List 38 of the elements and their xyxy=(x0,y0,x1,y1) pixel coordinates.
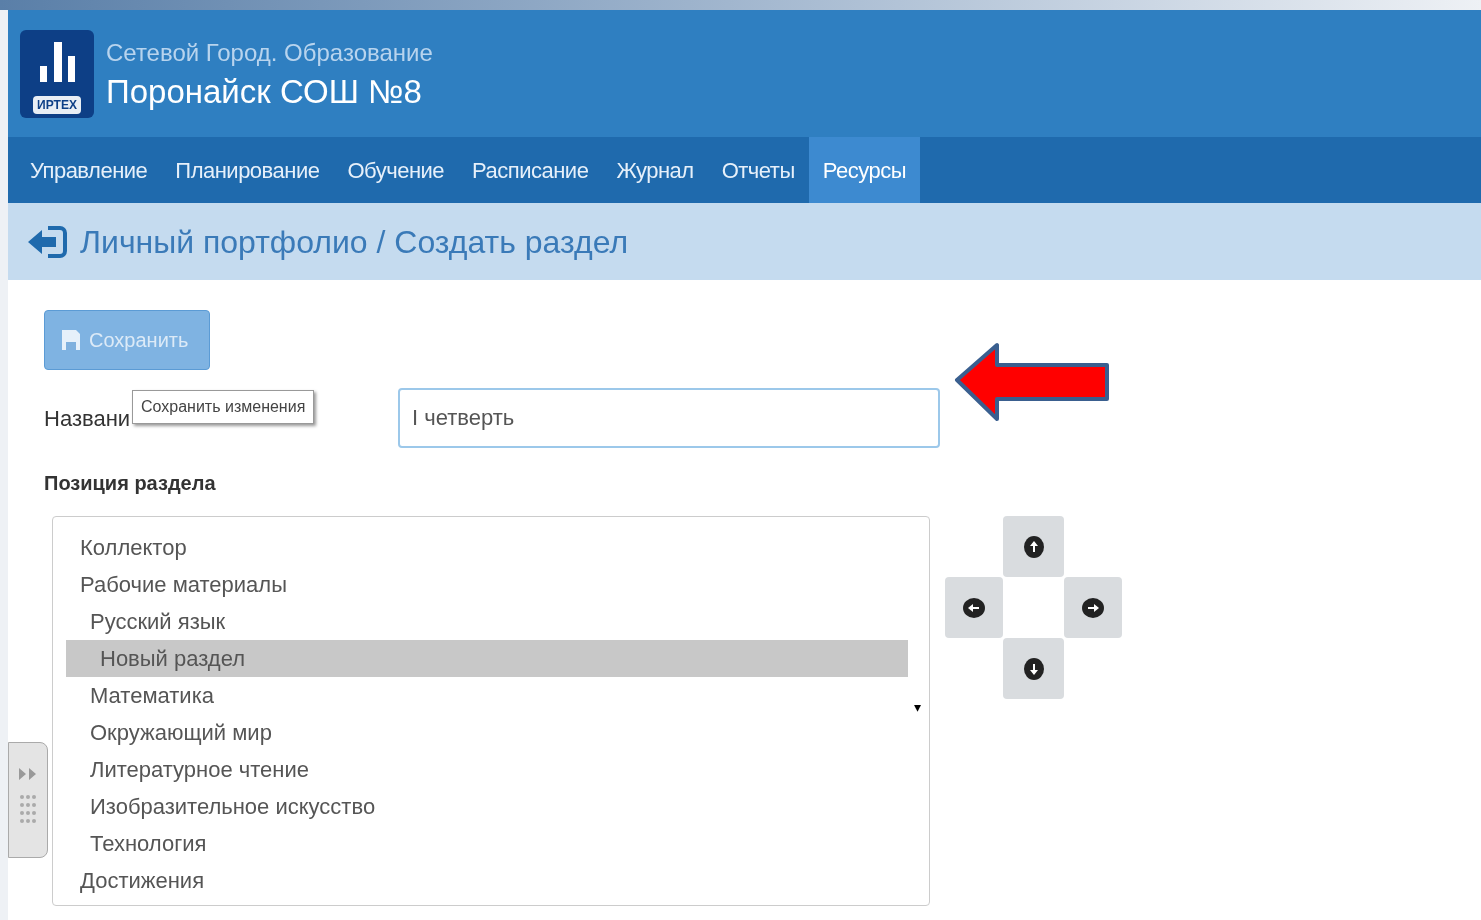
school-title: Поронайск СОШ №8 xyxy=(106,71,423,112)
section-list[interactable]: Коллектор Рабочие материалы Русский язык Новый раздел Математика Окружающий мир Литературное чтение Изобразительное искусство Технология Достижения ▾ xyxy=(52,516,930,906)
tree-item[interactable]: Коллектор xyxy=(66,529,908,566)
nav-tab[interactable]: Ресурсы xyxy=(808,137,920,203)
page-title: Личный портфолио / Создать раздел xyxy=(80,222,629,262)
nav-tab[interactable]: Управление xyxy=(16,137,162,203)
back-icon[interactable] xyxy=(26,223,68,260)
nav-tab[interactable]: Отчеты xyxy=(707,137,809,203)
nav-tab[interactable]: Журнал xyxy=(602,137,708,203)
dropdown-caret: ▾ xyxy=(914,698,921,717)
move-right-button[interactable] xyxy=(1064,577,1122,638)
save-icon xyxy=(61,329,81,351)
field-label: Названи xyxy=(44,405,131,431)
move-down-button[interactable] xyxy=(1003,638,1064,699)
name-input-field[interactable]: I четверть xyxy=(398,388,940,448)
tree-item[interactable]: Изобразительное искусство xyxy=(66,788,908,825)
tree-item[interactable]: Новый раздел xyxy=(66,640,908,677)
position-label: Позиция раздела xyxy=(44,471,217,496)
arrow-left-icon xyxy=(962,596,986,619)
product-title: Сетевой Город. Образование xyxy=(106,37,433,68)
tree-item[interactable]: Математика xyxy=(66,677,908,714)
side-panel-handle[interactable] xyxy=(8,742,48,858)
logo: ИРТЕХ xyxy=(20,29,94,118)
nav-tab[interactable]: Обучение xyxy=(333,137,459,203)
tooltip: Сохранить изменения xyxy=(132,390,315,424)
tree-item[interactable]: Рабочие материалы xyxy=(66,566,908,603)
tree-item[interactable]: Литературное чтение xyxy=(66,751,908,788)
nav-tab[interactable]: Планирование xyxy=(161,137,334,203)
arrow-up-icon xyxy=(1022,534,1045,559)
tree-item[interactable]: Технология xyxy=(66,825,908,862)
tree-item[interactable]: Достижения xyxy=(66,862,908,899)
arrow-down-icon xyxy=(1022,656,1045,681)
tree-item[interactable]: Окружающий мир xyxy=(66,714,908,751)
arrow-right-icon xyxy=(1081,596,1105,619)
move-left-button[interactable] xyxy=(945,577,1003,638)
move-up-button[interactable] xyxy=(1003,516,1064,577)
nav-tab[interactable]: Расписание xyxy=(458,137,603,203)
tree-item[interactable]: Русский язык xyxy=(66,603,908,640)
